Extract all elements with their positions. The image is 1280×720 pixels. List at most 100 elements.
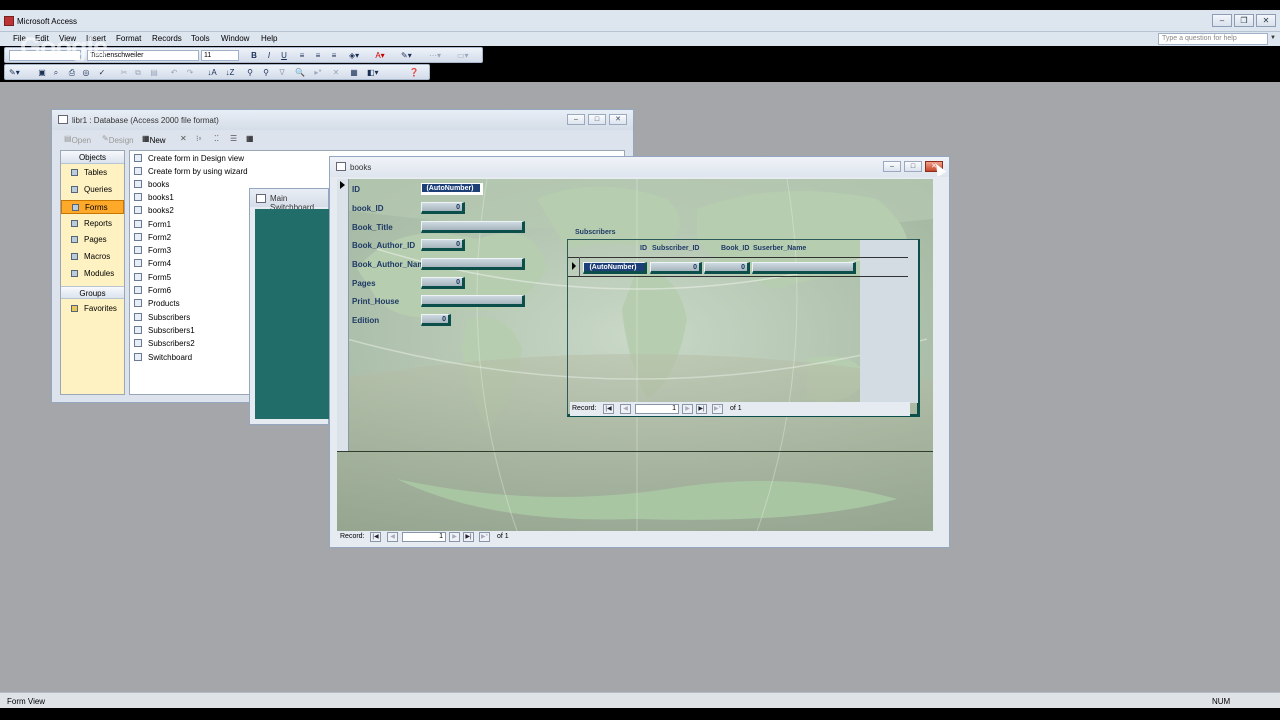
list-item[interactable]: books2 [134, 204, 174, 217]
list-item[interactable]: books1 [134, 191, 174, 204]
apply-filter-icon[interactable]: ∇ [277, 67, 287, 78]
small-icons-icon[interactable]: ⁚⁚ [214, 134, 219, 143]
align-center-icon[interactable]: ≡ [313, 50, 323, 61]
field-book-author-name-input[interactable] [421, 258, 525, 270]
menu-window[interactable]: Window [221, 34, 249, 43]
help-icon[interactable]: ❓ [409, 67, 419, 78]
save-icon[interactable]: ▣ [37, 67, 47, 78]
menu-help[interactable]: Help [261, 34, 277, 43]
subform-subscriber-name-input[interactable] [752, 262, 856, 274]
cut-icon[interactable]: ✂ [119, 67, 129, 78]
field-book-title-input[interactable] [421, 221, 525, 233]
subform-next-record-button[interactable]: ▶ [682, 404, 693, 414]
view-icon[interactable]: ✎▾ [9, 67, 20, 78]
new-record-icon[interactable]: ▸* [313, 67, 323, 78]
close-button[interactable]: ✕ [1256, 14, 1276, 27]
new-button[interactable]: ▦ New [142, 134, 166, 145]
list-item[interactable]: books [134, 178, 169, 191]
delete-record-icon[interactable]: ✕ [331, 67, 341, 78]
switchboard-titlebar[interactable]: Main Switchboard [250, 189, 328, 212]
large-icons-icon[interactable]: ⁝▫ [196, 134, 201, 143]
line-color-icon[interactable]: ✎▾ [401, 50, 412, 61]
next-record-button[interactable]: ▶ [449, 532, 460, 542]
object-tables[interactable]: Tables [61, 166, 124, 180]
db-close-button[interactable]: ✕ [609, 114, 627, 125]
align-left-icon[interactable]: ≡ [297, 50, 307, 61]
objects-header[interactable]: Objects [61, 151, 124, 164]
db-maximize-button[interactable]: □ [588, 114, 606, 125]
previous-record-button[interactable]: ◀ [387, 532, 398, 542]
bold-icon[interactable]: B [249, 50, 259, 61]
subform-book-id-input[interactable]: 0 [704, 262, 750, 274]
field-book-author-id-input[interactable]: 0 [421, 239, 465, 251]
group-favorites[interactable]: Favorites [61, 302, 124, 316]
copy-icon[interactable]: ⧉ [133, 67, 143, 78]
find-icon[interactable]: 🔍 [295, 67, 305, 78]
field-pages-input[interactable]: 0 [421, 277, 465, 289]
font-color-icon[interactable]: A▾ [375, 50, 385, 61]
books-minimize-button[interactable]: – [883, 161, 901, 172]
record-number-input[interactable]: 1 [402, 532, 446, 542]
help-search-input[interactable]: Type a question for help [1158, 33, 1268, 45]
subform-record-number-input[interactable]: 1 [635, 404, 679, 414]
list-item[interactable]: Form1 [134, 218, 171, 231]
list-item[interactable]: Form6 [134, 284, 171, 297]
print-preview-icon[interactable]: ◎ [81, 67, 91, 78]
align-right-icon[interactable]: ≡ [329, 50, 339, 61]
list-item[interactable]: Switchboard [134, 351, 192, 364]
sort-descending-icon[interactable]: ↓Z [225, 67, 235, 78]
filter-by-selection-icon[interactable]: ⚲ [245, 67, 255, 78]
spelling-icon[interactable]: ✓ [97, 67, 107, 78]
books-form-titlebar[interactable]: books – □ ✕ [330, 157, 949, 177]
list-item[interactable]: Form5 [134, 271, 171, 284]
list-item[interactable]: Products [134, 297, 180, 310]
menu-format[interactable]: Format [116, 34, 141, 43]
properties-icon[interactable]: ▦ [349, 67, 359, 78]
design-button[interactable]: ✎ Design [102, 134, 134, 145]
undo-icon[interactable]: ↶ [169, 67, 179, 78]
list-item[interactable]: Create form by using wizard [134, 165, 248, 178]
font-size-combo[interactable]: 11 [201, 50, 239, 61]
list-item[interactable]: Form3 [134, 244, 171, 257]
menu-tools[interactable]: Tools [191, 34, 210, 43]
list-item[interactable]: Form2 [134, 231, 171, 244]
delete-icon[interactable]: ✕ [180, 134, 187, 143]
last-record-button[interactable]: ▶| [463, 532, 474, 542]
object-queries[interactable]: Queries [61, 183, 124, 197]
minimize-button[interactable]: – [1212, 14, 1232, 27]
list-item[interactable]: Subscribers2 [134, 337, 195, 350]
help-dropdown-icon[interactable]: ▼ [1270, 35, 1276, 41]
italic-icon[interactable]: I [264, 50, 274, 61]
object-macros[interactable]: Macros [61, 250, 124, 264]
groups-header[interactable]: Groups [61, 286, 124, 299]
new-record-button[interactable]: ▶* [479, 532, 490, 542]
database-window-titlebar[interactable]: libr1 : Database (Access 2000 file forma… [52, 110, 633, 130]
subform-last-record-button[interactable]: ▶| [696, 404, 707, 414]
subform-previous-record-button[interactable]: ◀ [620, 404, 631, 414]
books-maximize-button[interactable]: □ [904, 161, 922, 172]
print-icon[interactable]: ⎙ [67, 67, 77, 78]
object-pages[interactable]: Pages [61, 233, 124, 247]
field-book-id-input[interactable]: 0 [421, 202, 465, 214]
line-width-icon[interactable]: ⋯▾ [429, 50, 441, 61]
first-record-button[interactable]: |◀ [370, 532, 381, 542]
filter-by-form-icon[interactable]: ⚲ [261, 67, 271, 78]
database-window-icon[interactable]: ◧▾ [367, 67, 379, 78]
list-item[interactable]: Create form in Design view [134, 152, 244, 165]
underline-icon[interactable]: U [279, 50, 289, 61]
sort-ascending-icon[interactable]: ↓A [207, 67, 217, 78]
subform-subscriber-id-input[interactable]: 0 [650, 262, 702, 274]
open-button[interactable]: ▤ Open [64, 134, 91, 145]
field-print-house-input[interactable] [421, 295, 525, 307]
access-app-icon[interactable] [4, 16, 14, 26]
special-effect-icon[interactable]: ▭▾ [457, 50, 469, 61]
restore-button[interactable]: ❐ [1234, 14, 1254, 27]
subform-first-record-button[interactable]: |◀ [603, 404, 614, 414]
list-item[interactable]: Subscribers [134, 311, 190, 324]
field-id-input[interactable]: (AutoNumber) [421, 183, 483, 195]
db-minimize-button[interactable]: – [567, 114, 585, 125]
list-view-icon[interactable]: ☰ [230, 134, 237, 143]
search-icon[interactable]: ⌕ [51, 67, 61, 78]
list-item[interactable]: Subscribers1 [134, 324, 195, 337]
details-view-icon[interactable]: ▦ [246, 134, 254, 143]
